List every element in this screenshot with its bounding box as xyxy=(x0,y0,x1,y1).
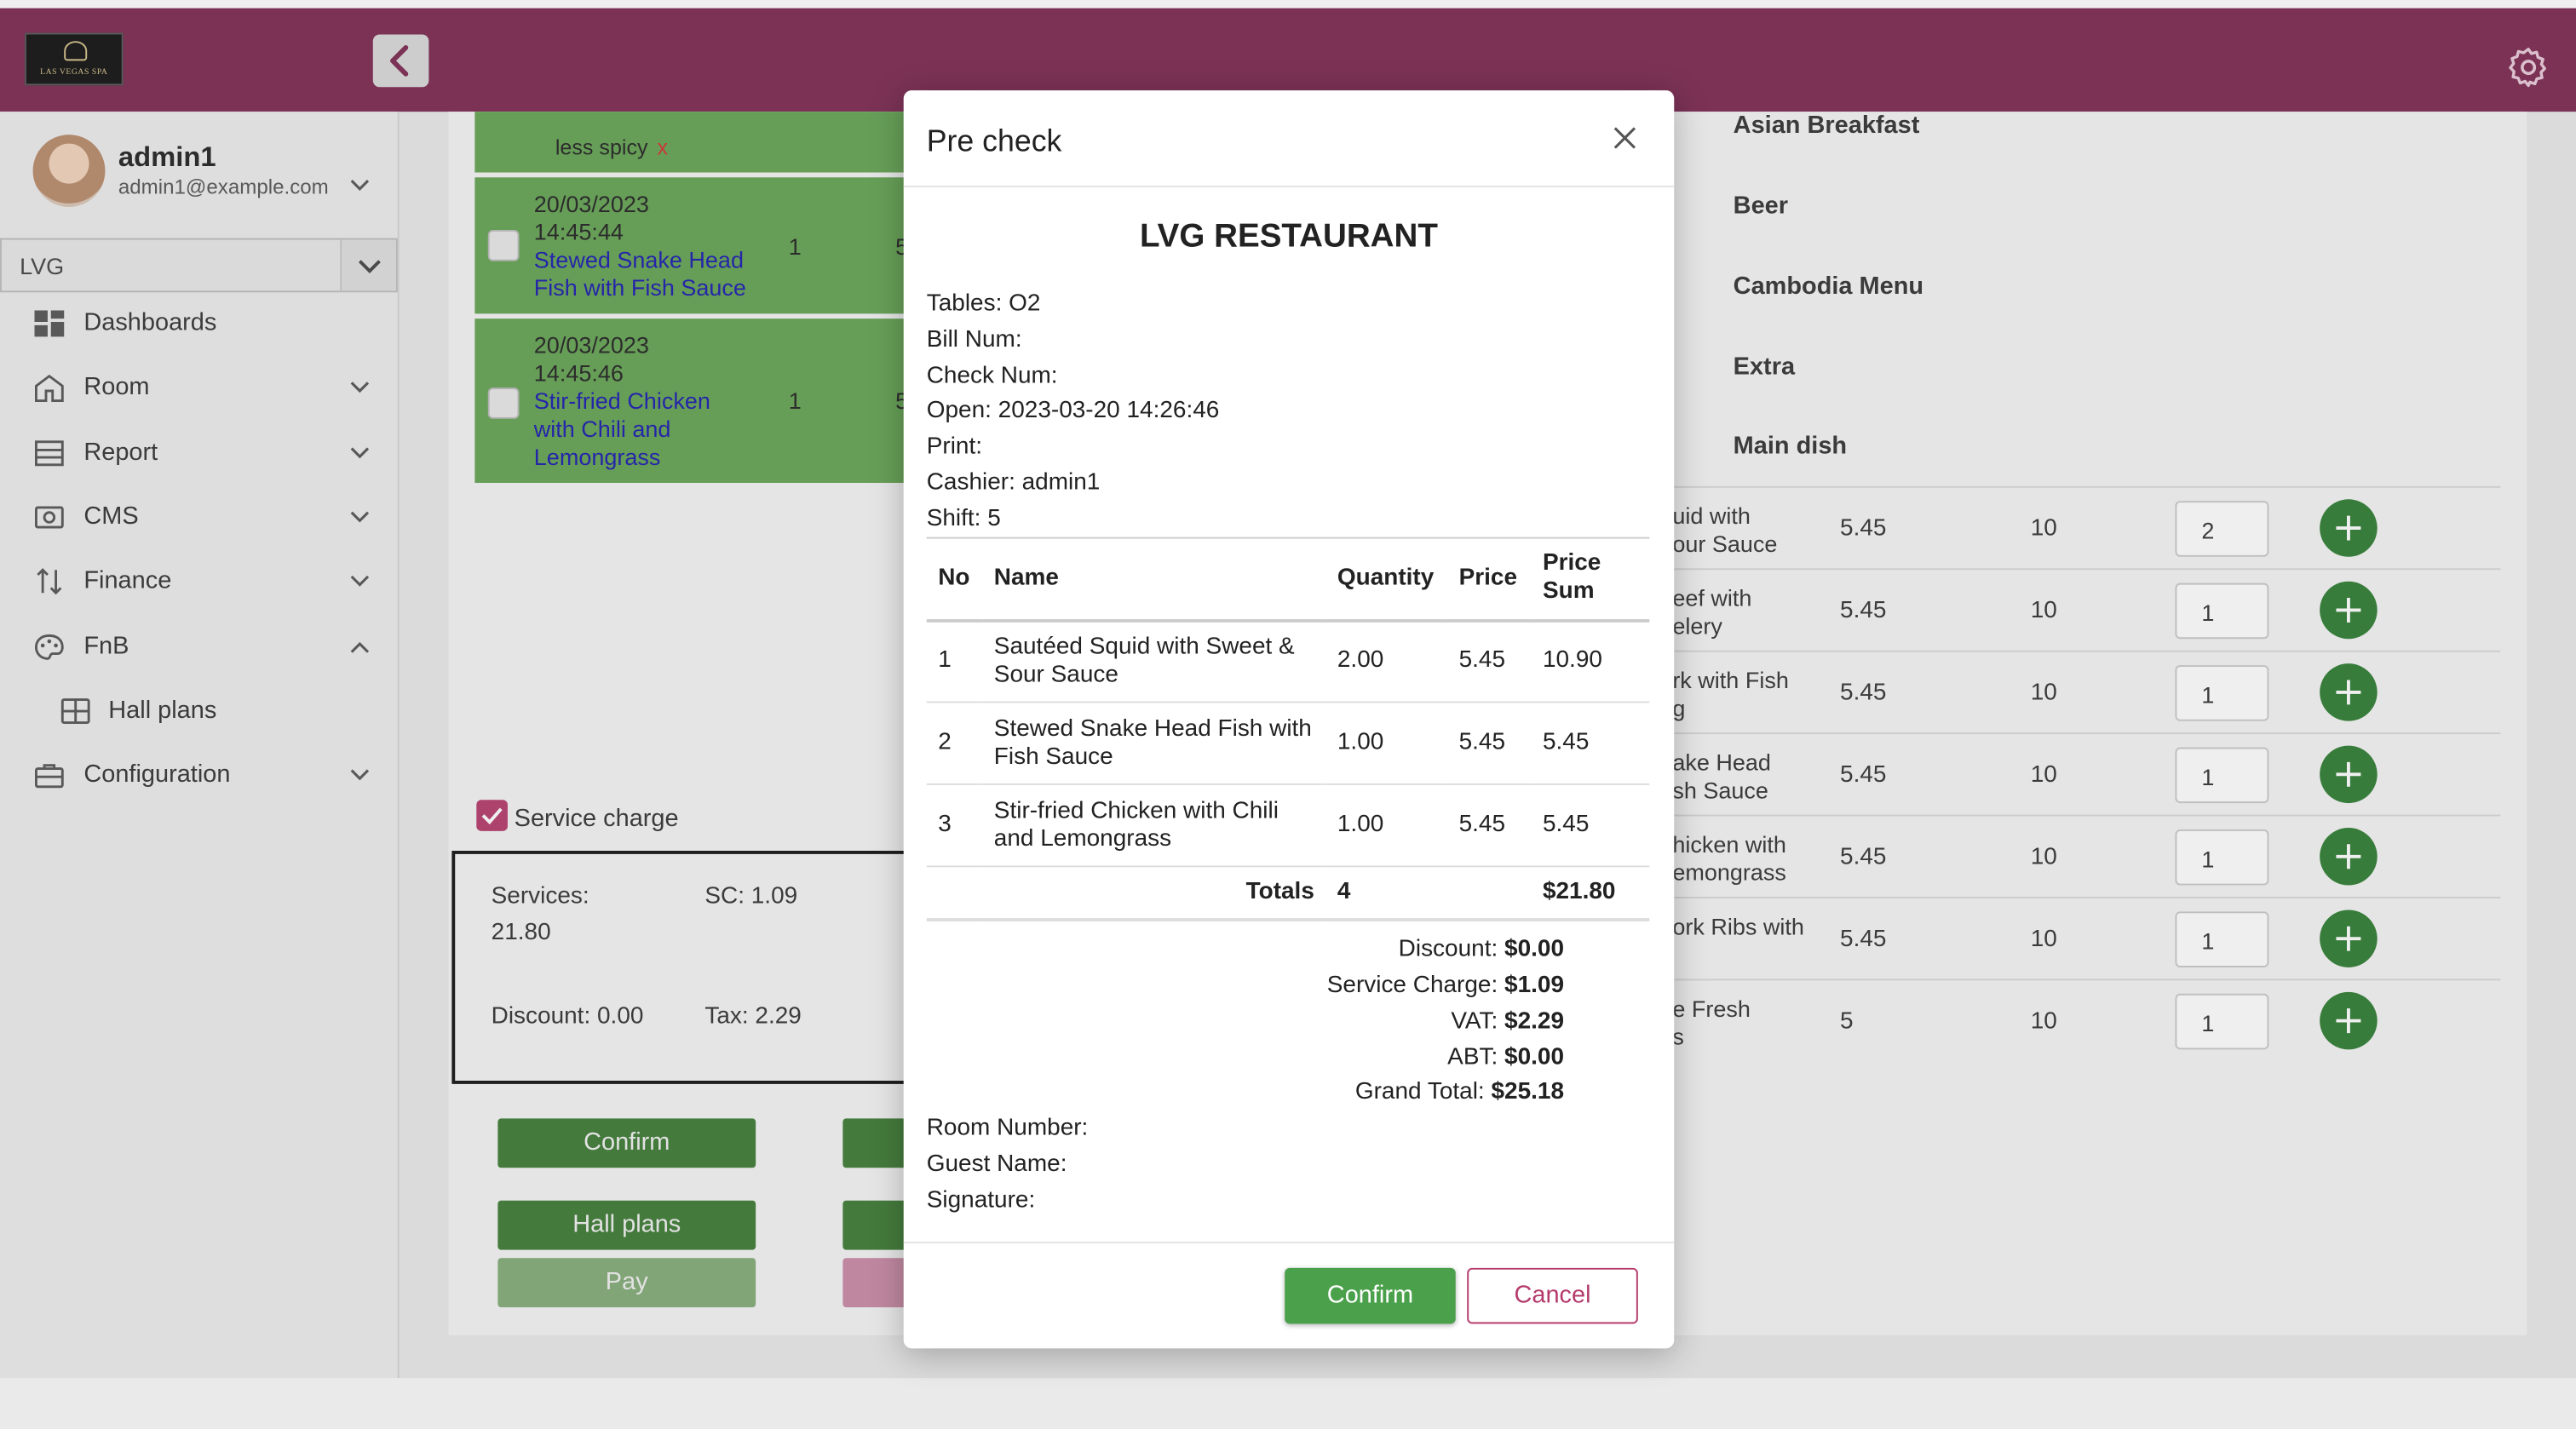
table-row: 3 Stir-fried Chicken with Chili and Lemo… xyxy=(926,783,1650,868)
totals-row: Totals 4 $21.80 xyxy=(926,866,1650,921)
totals-label: Totals xyxy=(926,866,1326,921)
guest-name-field: Guest Name: xyxy=(926,1151,1067,1178)
grand-total-label: Grand Total: xyxy=(1354,1079,1485,1105)
grand-total-amount: $25.18 xyxy=(1491,1079,1565,1105)
row-sum: 5.45 xyxy=(1531,783,1650,868)
app-root: LAS VEGAS SPA admin1 admin1@example.com … xyxy=(0,0,2576,1379)
discount-line: Discount: $0.00 xyxy=(1399,936,1564,962)
table-row: 2 Stewed Snake Head Fish with Fish Sauce… xyxy=(926,702,1650,785)
col-name: Name xyxy=(982,537,1326,622)
modal-title: Pre check xyxy=(926,123,1062,158)
check-num-info: Check Num: xyxy=(926,363,1058,390)
service-charge-amount: $1.09 xyxy=(1504,972,1565,999)
row-price: 5.45 xyxy=(1447,620,1532,703)
abt-label: ABT: xyxy=(1447,1044,1498,1071)
modal-header-divider xyxy=(903,185,1675,187)
totals-spacer xyxy=(1447,866,1532,921)
cancel-button[interactable]: Cancel xyxy=(1467,1267,1638,1324)
pre-check-table: No Name Quantity Price Price Sum 1 Sauté… xyxy=(926,537,1650,921)
table-row: 1 Sautéed Squid with Sweet & Sour Sauce … xyxy=(926,620,1650,703)
close-icon[interactable] xyxy=(1610,123,1640,153)
row-sum: 5.45 xyxy=(1531,702,1650,785)
modal-footer-divider xyxy=(903,1242,1675,1243)
row-no: 1 xyxy=(926,620,983,703)
abt-amount: $0.00 xyxy=(1504,1044,1565,1071)
abt-line: ABT: $0.00 xyxy=(1447,1045,1564,1071)
tables-info: Tables: O2 xyxy=(926,290,1041,318)
row-quantity: 1.00 xyxy=(1325,783,1448,868)
row-no: 3 xyxy=(926,783,983,868)
col-quantity: Quantity xyxy=(1325,537,1448,622)
room-number-field: Room Number: xyxy=(926,1115,1089,1142)
totals-sum: $21.80 xyxy=(1531,866,1650,921)
totals-quantity: 4 xyxy=(1325,866,1448,921)
row-price: 5.45 xyxy=(1447,783,1532,868)
grand-total-line: Grand Total: $25.18 xyxy=(1355,1079,1564,1105)
row-name: Sautéed Squid with Sweet & Sour Sauce xyxy=(982,620,1326,703)
vat-label: VAT: xyxy=(1451,1008,1498,1036)
col-no: No xyxy=(926,537,983,622)
shift-info: Shift: 5 xyxy=(926,506,1001,532)
row-name: Stewed Snake Head Fish with Fish Sauce xyxy=(982,702,1326,785)
vat-line: VAT: $2.29 xyxy=(1451,1008,1564,1035)
row-no: 2 xyxy=(926,702,983,785)
row-quantity: 2.00 xyxy=(1325,620,1448,703)
col-price: Price xyxy=(1447,537,1532,622)
row-name: Stir-fried Chicken with Chili and Lemong… xyxy=(982,783,1326,868)
service-charge-line: Service Charge: $1.09 xyxy=(1327,973,1564,999)
bill-num-info: Bill Num: xyxy=(926,326,1022,353)
row-price: 5.45 xyxy=(1447,702,1532,785)
confirm-button[interactable]: Confirm xyxy=(1285,1267,1456,1324)
vat-amount: $2.29 xyxy=(1504,1008,1565,1036)
restaurant-name: LVG RESTAURANT xyxy=(1139,218,1438,255)
row-quantity: 1.00 xyxy=(1325,702,1448,785)
signature-field: Signature: xyxy=(926,1187,1036,1214)
discount-amount: $0.00 xyxy=(1504,936,1565,963)
row-sum: 10.90 xyxy=(1531,620,1650,703)
table-header-row: No Name Quantity Price Price Sum xyxy=(926,537,1650,622)
col-price-sum: Price Sum xyxy=(1531,537,1650,622)
discount-label: Discount: xyxy=(1398,936,1498,963)
service-charge-label: Service Charge: xyxy=(1326,972,1498,999)
pre-check-modal: Pre check LVG RESTAURANT Tables: O2 Bill… xyxy=(903,90,1675,1349)
open-time-info: Open: 2023-03-20 14:26:46 xyxy=(926,397,1220,424)
print-info: Print: xyxy=(926,433,983,461)
cashier-info: Cashier: admin1 xyxy=(926,469,1101,496)
